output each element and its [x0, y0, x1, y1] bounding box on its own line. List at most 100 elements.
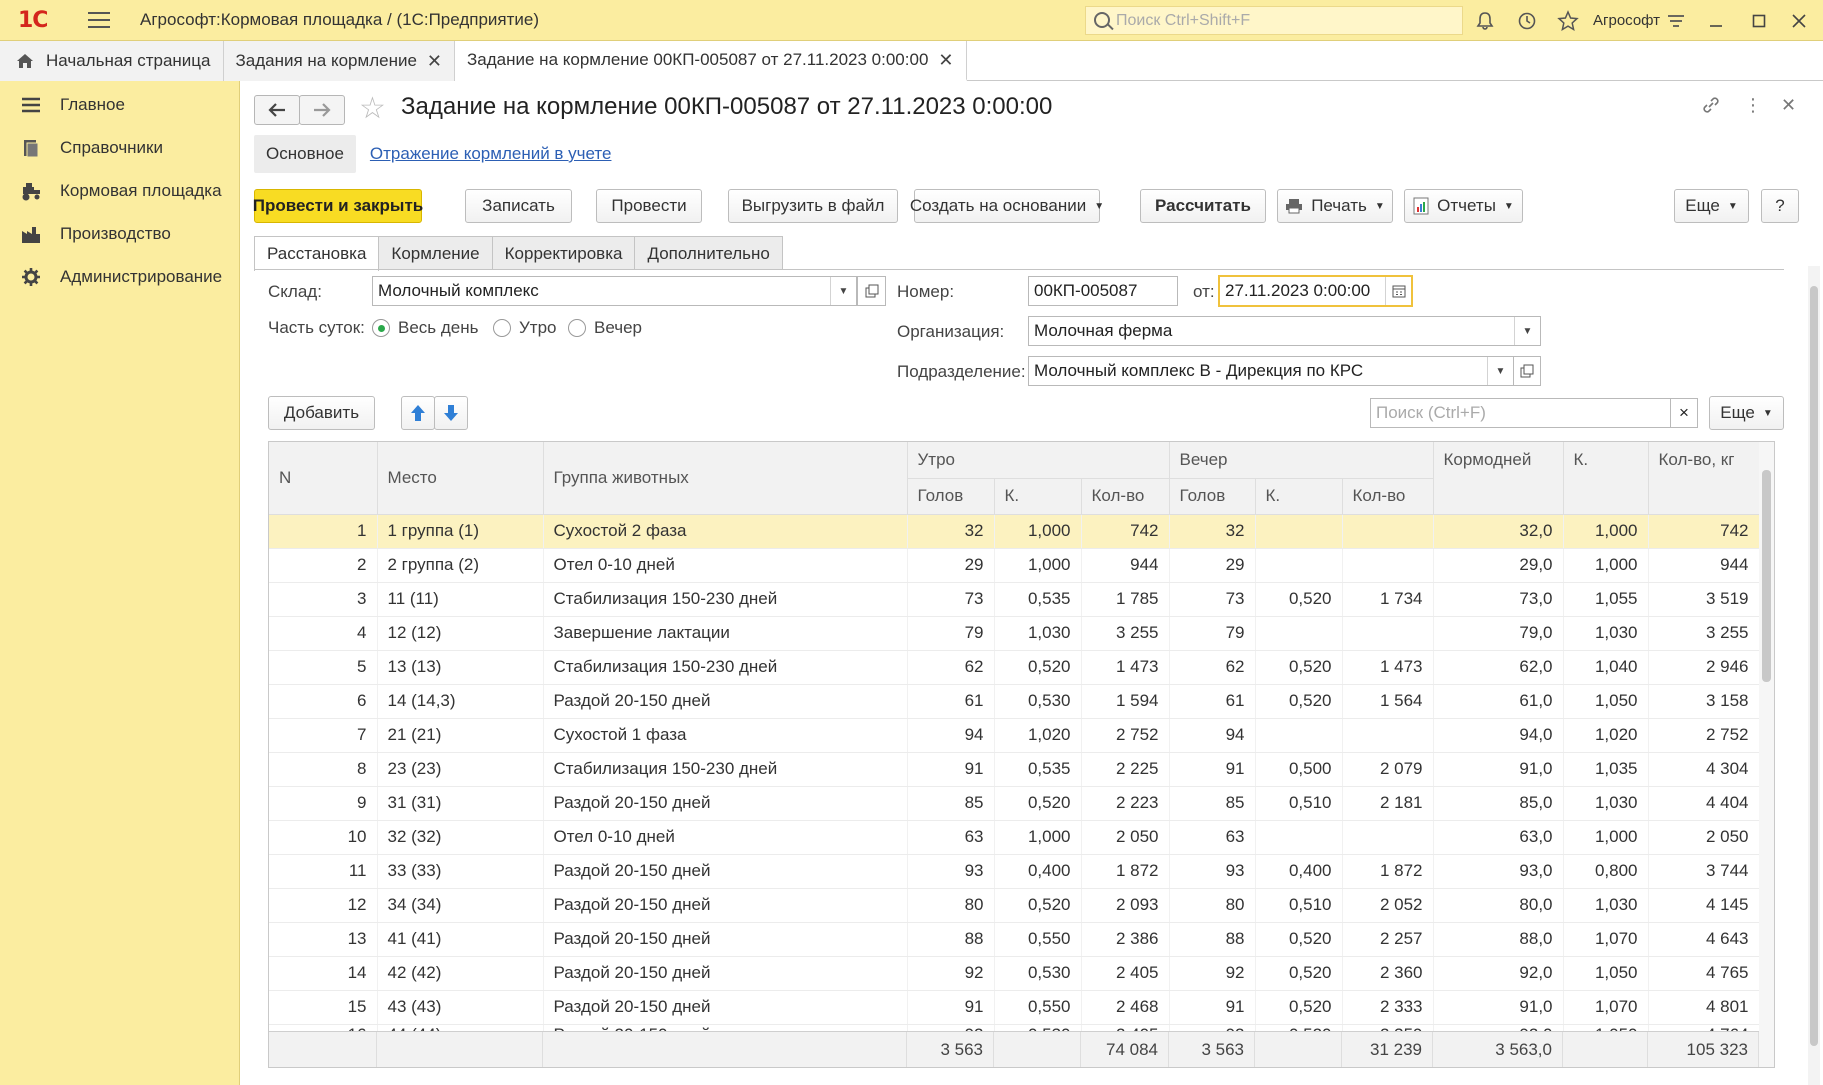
table-cell[interactable]: 61,0	[1433, 684, 1564, 719]
table-cell[interactable]	[1255, 718, 1343, 753]
col-header-n[interactable]: N	[269, 442, 378, 515]
form-scrollbar[interactable]	[1808, 266, 1820, 1085]
table-cell[interactable]: 11 (11)	[377, 582, 544, 617]
table-cell[interactable]: 0,520	[1255, 684, 1343, 719]
table-cell[interactable]: Стабилизация 150-230 дней	[543, 582, 908, 617]
table-cell[interactable]: 2 257	[1342, 922, 1434, 957]
table-cell[interactable]: 1 564	[1342, 684, 1434, 719]
table-cell[interactable]: 62,0	[1433, 650, 1564, 685]
table-cell[interactable]: 2 468	[1081, 990, 1170, 1025]
table-cell[interactable]: 2 079	[1342, 752, 1434, 787]
date-field[interactable]: 27.11.2023 0:00:00	[1218, 275, 1413, 307]
table-cell[interactable]: 1,000	[1563, 820, 1649, 855]
table-cell[interactable]: Сухостой 1 фаза	[543, 718, 908, 753]
table-cell[interactable]	[1342, 616, 1434, 651]
table-cell[interactable]: 2 052	[1342, 888, 1434, 923]
table-cell[interactable]: 1 473	[1081, 650, 1170, 685]
table-cell[interactable]: 0,400	[994, 854, 1082, 889]
table-cell[interactable]: 93	[907, 854, 995, 889]
table-cell[interactable]: 0,530	[994, 684, 1082, 719]
table-cell[interactable]: Раздой 20-150 дней	[543, 888, 908, 923]
col-header-evening[interactable]: Вечер	[1169, 442, 1434, 479]
reports-button[interactable]: Отчеты ▼	[1404, 189, 1523, 223]
table-cell[interactable]: 1,070	[1563, 922, 1649, 957]
table-cell[interactable]: 0,520	[994, 888, 1082, 923]
table-cell[interactable]: 1,000	[1563, 548, 1649, 583]
table-cell[interactable]: Раздой 20-150 дней	[543, 684, 908, 719]
table-cell[interactable]: 2 752	[1081, 718, 1170, 753]
minimize-icon[interactable]	[1704, 9, 1728, 33]
table-cell[interactable]: 3 255	[1648, 616, 1760, 651]
table-cell[interactable]: 0,535	[994, 752, 1082, 787]
table-cell[interactable]: 12 (12)	[377, 616, 544, 651]
table-cell[interactable]: 0,520	[994, 786, 1082, 821]
table-cell[interactable]: 23 (23)	[377, 752, 544, 787]
organization-field[interactable]: Молочная ферма ▼	[1028, 316, 1541, 346]
table-cell[interactable]: Раздой 20-150 дней	[543, 922, 908, 957]
more-vertical-icon[interactable]: ⋮	[1744, 95, 1762, 116]
calculate-button[interactable]: Рассчитать	[1140, 189, 1266, 223]
table-cell[interactable]: 32	[907, 514, 995, 549]
table-cell[interactable]: 0,520	[1255, 582, 1343, 617]
table-cell[interactable]: 1,030	[1563, 888, 1649, 923]
table-cell[interactable]: 62	[907, 650, 995, 685]
table-cell[interactable]	[1342, 514, 1434, 549]
table-cell[interactable]: Завершение лактации	[543, 616, 908, 651]
table-cell[interactable]: 91	[907, 990, 995, 1025]
table-cell[interactable]: 2 223	[1081, 786, 1170, 821]
table-cell[interactable]	[1255, 820, 1343, 855]
table-cell[interactable]: Сухостой 2 фаза	[543, 514, 908, 549]
radio-whole-day-label[interactable]: Весь день	[398, 318, 479, 338]
table-cell[interactable]: 1,030	[994, 616, 1082, 651]
table-cell[interactable]: 1,050	[1563, 956, 1649, 991]
table-cell[interactable]: 0,535	[994, 582, 1082, 617]
col-header-evening-qty[interactable]: Кол-во	[1342, 478, 1434, 515]
favorite-star-icon[interactable]: ☆	[359, 91, 386, 126]
table-cell[interactable]: 1,050	[1563, 684, 1649, 719]
table-cell[interactable]: Раздой 20-150 дней	[543, 786, 908, 821]
table-row[interactable]: 22 группа (2) Отел 0-10 дней 29 1,000 944 29 2…	[269, 548, 1760, 583]
table-cell[interactable]: 2	[269, 548, 378, 583]
col-header-evening-k[interactable]: К.	[1255, 478, 1343, 515]
table-cell[interactable]: 32 (32)	[377, 820, 544, 855]
tab-home[interactable]: Начальная страница	[0, 41, 224, 81]
table-row[interactable]: 10 32 (32) Отел 0-10 дней 63 1,000 2 050 63 63,…	[269, 820, 1760, 855]
table-row[interactable]: 11 33 (33) Раздой 20-150 дней 93 0,400 1 872 9…	[269, 854, 1760, 889]
table-cell[interactable]: 0,400	[1255, 854, 1343, 889]
table-cell[interactable]: 2 050	[1081, 820, 1170, 855]
table-row[interactable]: 9 31 (31) Раздой 20-150 дней 85 0,520 2 223 85…	[269, 786, 1760, 821]
table-cell[interactable]: 1 группа (1)	[377, 514, 544, 549]
table-cell[interactable]: Стабилизация 150-230 дней	[543, 752, 908, 787]
col-header-place[interactable]: Место	[377, 442, 544, 515]
close-tab-icon[interactable]: ✕	[427, 51, 442, 72]
help-button[interactable]: ?	[1761, 189, 1799, 223]
table-cell[interactable]: 63	[907, 820, 995, 855]
user-name[interactable]: Агрософт	[1593, 12, 1660, 29]
table-cell[interactable]: 1 594	[1081, 684, 1170, 719]
sidebar-item-production[interactable]: Производство	[20, 219, 171, 249]
table-cell[interactable]: 41 (41)	[377, 922, 544, 957]
table-cell[interactable]: 94	[907, 718, 995, 753]
table-cell[interactable]: 4 765	[1648, 956, 1760, 991]
table-cell[interactable]: 1,055	[1563, 582, 1649, 617]
table-cell[interactable]: 1,000	[994, 548, 1082, 583]
chevron-down-icon[interactable]: ▼	[1514, 317, 1540, 345]
table-cell[interactable]: 2 050	[1648, 820, 1760, 855]
table-cell[interactable]: 7	[269, 718, 378, 753]
sidebar-item-catalogs[interactable]: Справочники	[20, 133, 163, 163]
table-cell[interactable]: 91,0	[1433, 752, 1564, 787]
table-cell[interactable]: 0,550	[994, 990, 1082, 1025]
table-cell[interactable]: 1 734	[1342, 582, 1434, 617]
table-cell[interactable]: 0,520	[1255, 990, 1343, 1025]
table-cell[interactable]: 31 (31)	[377, 786, 544, 821]
settings-lines-icon[interactable]	[1664, 9, 1688, 33]
favorites-star-icon[interactable]	[1556, 9, 1580, 33]
table-cell[interactable]: 0,520	[994, 650, 1082, 685]
post-and-close-button[interactable]: Провести и закрыть	[253, 189, 423, 223]
table-cell[interactable]: 2 093	[1081, 888, 1170, 923]
table-cell[interactable]: 8	[269, 752, 378, 787]
radio-morning[interactable]	[493, 319, 511, 337]
more-actions-button[interactable]: Еще ▼	[1674, 189, 1749, 223]
table-cell[interactable]: 62	[1169, 650, 1256, 685]
tab-additional[interactable]: Дополнительно	[634, 236, 783, 270]
